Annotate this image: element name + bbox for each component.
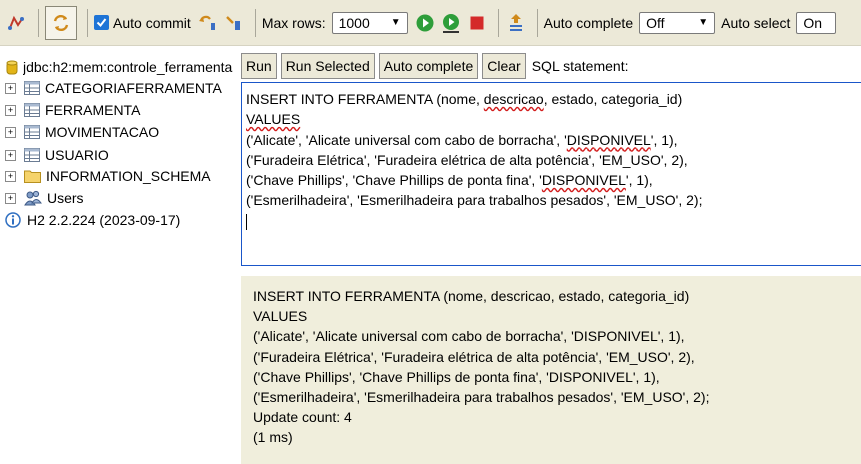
execution-time: (1 ms) [253,429,293,446]
max-rows-select[interactable]: 1000 ▼ [331,11,408,34]
expand-icon[interactable]: + [5,104,16,116]
text-caret [246,214,247,231]
expand-icon[interactable]: + [5,192,16,204]
stop-icon[interactable] [466,12,488,34]
auto-commit-label: Auto commit [113,14,191,31]
auto-commit-checkbox[interactable] [94,15,109,30]
run-selected-icon[interactable] [440,12,462,34]
chevron-down-icon: ▼ [698,17,709,28]
auto-complete-select[interactable]: Off ▼ [639,11,716,34]
result-panel: INSERT INTO FERRAMENTA (nome, descricao,… [241,276,861,464]
auto-complete-value: Off [646,14,665,31]
tree-item-label: Users [47,190,84,206]
expand-icon[interactable]: + [5,82,16,94]
version-label: H2 2.2.224 (2023-09-17) [27,212,181,228]
run-button[interactable]: Run [241,53,277,79]
max-rows-value: 1000 [338,14,370,31]
refresh-tree-icon[interactable] [6,12,28,34]
editor-line: ('Alicate', 'Alicate universal com cabo … [246,131,678,148]
folder-icon [24,169,41,183]
toolbar-separator [254,8,256,37]
result-line: ('Chave Phillips', 'Chave Phillips de po… [253,368,660,385]
toolbar-separator [87,8,88,37]
chevron-down-icon: ▼ [390,17,401,28]
connection-url: jdbc:h2:mem:controle_ferramentas [23,59,233,75]
result-line: ('Esmerilhadeira', 'Esmerilhadeira para … [253,389,710,406]
spellcheck-word: DISPONIVEL [566,131,651,148]
editor-line: ('Furadeira Elétrica', 'Furadeira elétri… [246,151,688,168]
tree-version-info: H2 2.2.224 (2023-09-17) [5,210,180,230]
expand-icon[interactable]: + [5,149,16,161]
users-icon [24,190,42,206]
tree-item-usuario[interactable]: + USUARIO [5,145,109,165]
info-icon [5,212,21,228]
table-icon [24,81,40,95]
result-line: VALUES [253,308,308,325]
table-icon [24,125,40,139]
toolbar-separator [38,8,39,37]
tree-item-ferramenta[interactable]: + FERRAMENTA [5,100,140,120]
tree-item-information-schema[interactable]: + INFORMATION_SCHEMA [5,166,211,186]
tree-item-users[interactable]: + Users [5,188,84,208]
result-line: ('Alicate', 'Alicate universal com cabo … [253,328,685,345]
table-icon [24,103,40,117]
editor-line: INSERT INTO FERRAMENTA (nome, descricao,… [246,91,683,107]
auto-commit-toggle-button[interactable] [45,5,77,40]
editor-line: ('Esmerilhadeira', 'Esmerilhadeira para … [246,192,703,209]
toolbar-separator [536,8,538,37]
query-button-bar: Run Run Selected Auto complete Clear SQL… [241,52,628,80]
result-line: INSERT INTO FERRAMENTA (nome, descricao,… [253,288,690,304]
commit-icon[interactable] [223,12,245,34]
tree-item-label: INFORMATION_SCHEMA [46,168,211,184]
auto-select-value: On [803,14,823,31]
sql-editor[interactable]: INSERT INTO FERRAMENTA (nome, descricao,… [241,82,861,266]
history-icon[interactable] [505,12,527,34]
tree-item-categoriaferramenta[interactable]: + CATEGORIAFERRAMENTA [5,78,222,98]
spellcheck-word: DISPONIVEL [541,172,626,189]
toolbar-separator [497,8,499,37]
editor-line: ('Chave Phillips', 'Chave Phillips de po… [246,172,653,189]
expand-icon[interactable]: + [5,170,16,182]
schema-tree: jdbc:h2:mem:controle_ferramentas + CATEG… [0,54,238,464]
rollback-icon[interactable] [197,12,219,34]
max-rows-label: Max rows: [261,14,326,31]
result-line: ('Furadeira Elétrica', 'Furadeira elétri… [253,348,695,365]
tree-item-label: MOVIMENTACAO [45,124,160,140]
run-icon[interactable] [414,12,436,34]
toolbar: Auto commit Max rows: 1000 ▼ Auto comple… [0,0,861,46]
tree-item-label: FERRAMENTA [45,102,141,118]
tree-item-label: USUARIO [45,147,109,163]
auto-select-label: Auto select [721,14,791,31]
database-icon [6,60,18,75]
expand-icon[interactable]: + [5,126,16,138]
tree-item-movimentacao[interactable]: + MOVIMENTACAO [5,122,159,142]
auto-complete-button[interactable]: Auto complete [378,53,479,79]
run-selected-button[interactable]: Run Selected [280,53,375,79]
sql-statement-label: SQL statement: [531,58,629,74]
spellcheck-word: descricao [483,91,544,107]
auto-select-select[interactable]: On [796,11,837,34]
table-icon [24,148,40,162]
auto-complete-label: Auto complete [543,14,634,31]
tree-item-label: CATEGORIAFERRAMENTA [45,80,222,96]
update-count: Update count: 4 [253,409,352,426]
editor-line: VALUES [246,109,861,129]
tree-connection-node[interactable]: jdbc:h2:mem:controle_ferramentas [6,57,233,77]
spellcheck-word: VALUES [246,111,301,128]
clear-button[interactable]: Clear [482,53,526,79]
editor-caret-line [246,211,861,231]
